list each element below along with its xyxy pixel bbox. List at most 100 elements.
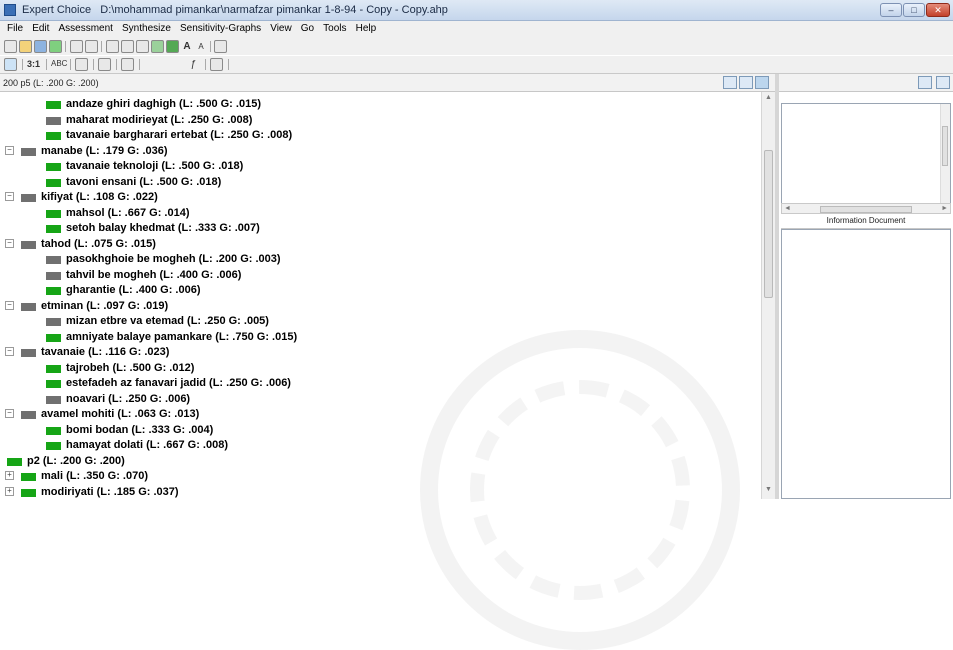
goal-icon[interactable] [214,40,227,53]
info-edit-icon[interactable] [918,76,932,89]
grid-icon[interactable] [210,58,223,71]
save-icon[interactable] [34,40,47,53]
node-icon [7,457,22,466]
menu-file[interactable]: File [4,21,26,34]
node-path-bar: 200 p5 (L: .200 G: .200) [0,74,775,92]
expand-icon[interactable]: + [5,471,14,480]
scroll-thumb[interactable] [764,150,773,298]
delete-node-icon[interactable] [136,40,149,53]
tree-scrollbar[interactable]: ▲ ▼ [761,92,775,499]
new-file-icon[interactable] [4,40,17,53]
node-icon [21,194,36,202]
align-icon[interactable] [75,58,88,71]
node-path: 200 p5 (L: .200 G: .200) [3,78,99,88]
menu-assessment[interactable]: Assessment [55,21,115,34]
hscroll-thumb[interactable] [820,206,912,213]
insert-sibling-icon[interactable] [121,40,134,53]
scroll-right-icon[interactable]: ► [941,205,948,212]
app-icon [4,4,16,16]
node-label: maharat modirieyat (L: .250 G: .008) [66,113,253,126]
info-font-icon[interactable] [936,76,950,89]
node-label: setoh balay khedmat (L: .333 G: .007) [66,222,260,234]
main-toolbar: A A [0,38,953,55]
font-larger-icon[interactable]: A [180,40,194,53]
node-icon [46,426,61,435]
pane-both-icon[interactable] [755,76,769,89]
node-icon [21,473,36,481]
maximize-button[interactable]: □ [903,3,925,17]
node-icon [46,287,61,295]
node-icon [46,101,61,109]
node-icon [46,333,61,342]
model-icon[interactable] [49,40,62,53]
minimize-button[interactable]: – [880,3,902,17]
print-preview-icon[interactable] [85,40,98,53]
collapse-icon[interactable]: − [5,409,14,418]
node-icon [46,225,61,233]
right-pane-toolbar [776,74,953,92]
node-label: mahsol (L: .667 G: .014) [66,206,190,219]
node-label: p2 (L: .200 G: .200) [27,454,125,467]
scroll-down-icon[interactable]: ▼ [765,486,772,493]
scroll-up-icon[interactable]: ▲ [765,94,772,101]
pane-split-icon[interactable] [739,76,753,89]
close-button[interactable]: ✕ [926,3,950,17]
print-icon[interactable] [70,40,83,53]
open-folder-icon[interactable] [19,40,32,53]
menu-view[interactable]: View [267,21,295,34]
node-label: noavari (L: .250 G: .006) [66,392,191,405]
node-icon [21,349,36,357]
node-label: tavoni ensani (L: .500 G: .018) [66,175,222,188]
collapse-icon[interactable]: − [5,238,14,248]
node-icon [46,116,61,125]
menu-edit[interactable]: Edit [29,21,52,34]
font-smaller-icon[interactable]: A [194,40,208,53]
expand-icon[interactable]: + [5,486,14,496]
menu-sensitivity-graphs[interactable]: Sensitivity-Graphs [177,21,264,34]
node-label: avamel mohiti (L: .063 G: .013) [41,408,200,420]
node-icon [46,132,61,140]
node-label: hamayat dolati (L: .667 G: .008) [66,439,228,451]
node-label: bomi bodan (L: .333 G: .004) [66,423,214,436]
menu-go[interactable]: Go [298,21,317,34]
node-label: pasokhghoie be mogheh (L: .200 G: .003) [66,253,281,265]
node-icon [46,209,61,218]
node-label: tavanaie (L: .116 G: .023) [41,346,170,358]
synthesize-icon[interactable] [151,40,164,53]
app-name: Expert Choice [22,4,92,16]
formula-icon[interactable]: ƒ [186,58,200,71]
sensitivity-icon[interactable] [166,40,179,53]
sort-icon[interactable] [98,58,111,71]
right-top-scrollbar[interactable] [940,104,950,205]
node-icon [46,380,61,388]
menu-tools[interactable]: Tools [320,21,349,34]
scroll-left-icon[interactable]: ◄ [784,205,791,212]
pane-splitter[interactable] [775,74,779,499]
pane-tree-icon[interactable] [723,76,737,89]
collapse-icon[interactable]: − [5,145,14,155]
menu-help[interactable]: Help [353,21,380,34]
node-icon [21,240,36,249]
node-icon [21,302,36,311]
information-document-label: Information Document [781,216,951,229]
abc-button[interactable]: ABC [51,59,67,68]
collapse-icon[interactable]: − [5,300,14,310]
right-hscrollbar[interactable]: ◄ ► [781,203,951,214]
hierarchy-tree[interactable]: andaze ghiri daghigh (L: .500 G: .015) ma… [0,92,761,499]
node-label: tahvil be mogheh (L: .400 G: .006) [66,268,242,281]
node-icon [46,163,61,171]
node-icon [46,442,61,450]
title-bar: Expert Choice D:\mohammad pimankar\narma… [0,0,953,21]
insert-child-icon[interactable] [106,40,119,53]
node-label: amniyate balaye pamankare (L: .750 G: .0… [66,330,298,343]
tree-view-icon[interactable] [4,58,17,71]
node-label: tavanaie bargharari ertebat (L: .250 G: … [66,129,293,141]
filter-icon[interactable] [121,58,134,71]
menu-synthesize[interactable]: Synthesize [119,21,174,34]
information-document-panel[interactable] [781,229,951,499]
collapse-icon[interactable]: − [5,347,14,356]
node-label: kifiyat (L: .108 G: .022) [41,191,158,203]
collapse-icon[interactable]: − [5,192,14,201]
ratio-button[interactable]: 3:1 [27,59,40,69]
node-icon [21,411,36,419]
